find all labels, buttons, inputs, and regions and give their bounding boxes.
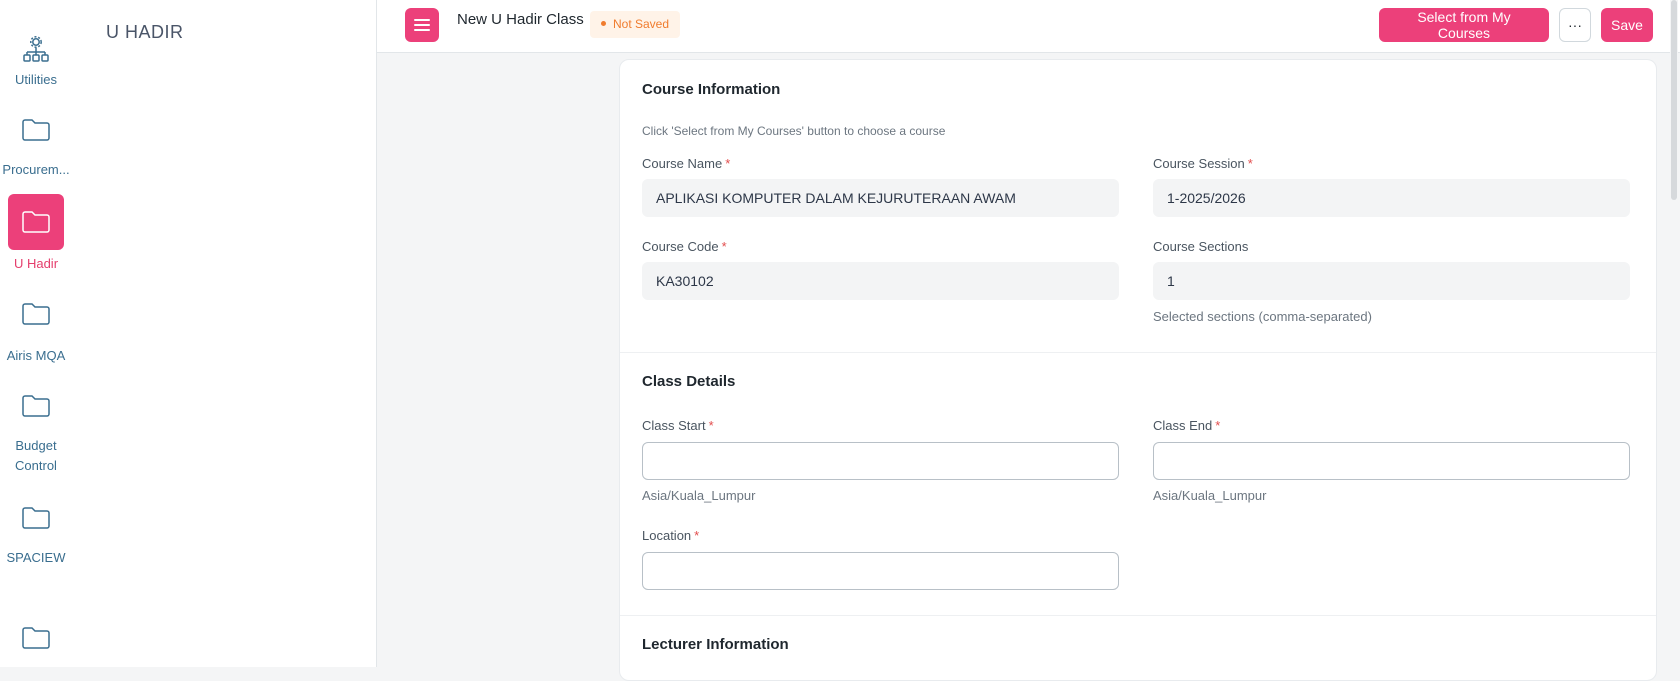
course-name-field[interactable]: APLIKASI KOMPUTER DALAM KEJURUTERAAN AWA… — [642, 179, 1119, 217]
status-badge: Not Saved — [590, 11, 681, 38]
course-code-label: Course Code * — [642, 239, 727, 254]
rail-item-label: Utilities — [15, 72, 57, 87]
course-session-field[interactable]: 1-2025/2026 — [1153, 179, 1630, 217]
page-scrollbar[interactable] — [1670, 0, 1678, 667]
form-card: Course Information Click 'Select from My… — [619, 59, 1657, 681]
class-start-label: Class Start * — [642, 418, 714, 433]
page-title: New U Hadir Class — [457, 11, 584, 28]
section-divider — [620, 352, 1656, 353]
hamburger-icon — [414, 19, 430, 31]
location-input[interactable] — [642, 552, 1119, 590]
save-button[interactable]: Save — [1601, 8, 1653, 42]
section-divider — [620, 615, 1656, 616]
course-session-label: Course Session * — [1153, 156, 1253, 171]
course-name-label: Course Name * — [642, 156, 731, 171]
class-end-input[interactable] — [1153, 442, 1630, 480]
sidebar-title: U HADIR — [106, 22, 184, 42]
course-sections-field[interactable]: 1 — [1153, 262, 1630, 300]
scrollbar-thumb[interactable] — [1671, 0, 1677, 200]
folder-icon — [8, 610, 64, 666]
folder-icon — [8, 378, 64, 434]
folder-icon — [8, 194, 64, 250]
rail-item-label: SPACIEW — [6, 550, 66, 565]
section-title-course-information: Course Information — [642, 81, 781, 98]
class-end-label: Class End * — [1153, 418, 1221, 433]
status-dot-icon — [601, 21, 606, 27]
folder-icon — [8, 102, 64, 158]
course-sections-label: Course Sections — [1153, 239, 1249, 254]
folder-icon — [8, 286, 64, 342]
rail-item-label: Procurem... — [2, 162, 70, 177]
module-sidebar: U HADIR — [80, 0, 377, 667]
rail-item-label: U Hadir — [13, 256, 59, 271]
status-badge-label: Not Saved — [613, 17, 670, 31]
class-end-timezone: Asia/Kuala_Lumpur — [1153, 488, 1267, 503]
section-title-lecturer-information: Lecturer Information — [642, 636, 789, 653]
class-start-input[interactable] — [642, 442, 1119, 480]
location-label: Location * — [642, 528, 700, 543]
menu-toggle-button[interactable] — [405, 8, 439, 42]
page-header: New U Hadir Class Not Saved Select from … — [377, 0, 1680, 53]
app-rail: Utilities Procurem... U Hadir Airis MQA … — [0, 0, 81, 667]
class-start-timezone: Asia/Kuala_Lumpur — [642, 488, 756, 503]
course-selection-hint: Click 'Select from My Courses' button to… — [642, 124, 946, 138]
folder-icon — [8, 490, 64, 546]
rail-item-label: Budget Control — [15, 438, 57, 473]
course-code-field[interactable]: KA30102 — [642, 262, 1119, 300]
more-actions-button[interactable]: ··· — [1559, 8, 1591, 42]
course-sections-description: Selected sections (comma-separated) — [1153, 309, 1372, 324]
rail-item-label: Airis MQA — [6, 348, 66, 363]
section-title-class-details: Class Details — [642, 373, 736, 390]
select-from-my-courses-button[interactable]: Select from My Courses — [1379, 8, 1549, 42]
